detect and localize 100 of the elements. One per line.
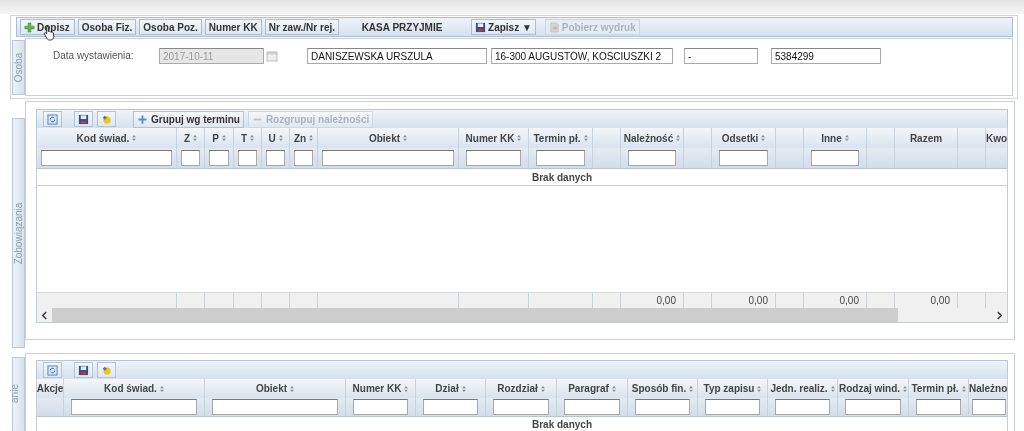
text-field[interactable]: -: [684, 48, 758, 64]
toolbar-button[interactable]: Osoba Fiz.: [77, 19, 137, 35]
column-header[interactable]: Kod świad.: [104, 383, 164, 394]
filter-field[interactable]: [353, 399, 408, 415]
column-header[interactable]: Jedn. realiz.: [770, 383, 835, 394]
toolbar-button[interactable]: Osoba Poz.: [139, 19, 202, 35]
column-header[interactable]: U: [268, 132, 283, 144]
undo-icon: [101, 113, 112, 125]
undo-icon: [101, 364, 112, 376]
filter-field[interactable]: [266, 150, 285, 166]
refresh-icon: [47, 113, 58, 125]
scrollbar-thumb[interactable]: [52, 308, 898, 322]
column-header[interactable]: Zn: [293, 132, 314, 144]
column-header[interactable]: Sposób fin.: [631, 383, 694, 394]
sort-icon: [278, 135, 283, 141]
filter-field[interactable]: [209, 150, 229, 166]
toolbar-button[interactable]: Zapisz ▼: [471, 19, 536, 35]
text-field[interactable]: DANISZEWSKA URSZULA: [307, 48, 487, 64]
column-header[interactable]: Obiekt: [255, 383, 295, 394]
sort-icon: [611, 385, 616, 392]
sort-icon: [290, 385, 295, 392]
filter-field[interactable]: [845, 399, 901, 415]
filter-field[interactable]: [294, 150, 313, 166]
toolbar-button[interactable]: Numer KK: [204, 19, 262, 35]
column-header[interactable]: P: [212, 132, 226, 144]
filter-field[interactable]: [536, 150, 585, 166]
sort-icon: [159, 385, 164, 392]
filter-field[interactable]: [628, 150, 676, 166]
column-header[interactable]: Numer KK: [465, 132, 522, 144]
empty-message: Brak danych: [532, 418, 592, 430]
filter-field[interactable]: [71, 399, 197, 415]
empty-message: Brak danych: [532, 171, 592, 183]
column-total: 0,00: [839, 295, 859, 306]
toolbar-button[interactable]: Grupuj wg terminu: [133, 110, 244, 128]
filter-field[interactable]: [972, 399, 1006, 415]
filter-field[interactable]: [719, 150, 768, 166]
column-header[interactable]: Razem: [909, 132, 943, 144]
column-total: 0,00: [748, 295, 768, 306]
filter-field[interactable]: [811, 150, 859, 166]
filter-field[interactable]: [466, 150, 521, 166]
horizontal-scrollbar[interactable]: [37, 308, 1007, 323]
refresh-button[interactable]: [43, 362, 62, 378]
sort-icon: [961, 385, 966, 392]
sort-icon: [844, 135, 849, 141]
chevron-right-icon[interactable]: [996, 310, 1003, 320]
filter-field[interactable]: [705, 399, 760, 415]
filter-field[interactable]: [564, 399, 620, 415]
column-header[interactable]: Rozdział: [497, 383, 545, 394]
filter-field[interactable]: [635, 399, 690, 415]
toolbar-button[interactable]: Dopisz: [20, 19, 75, 35]
filter-field[interactable]: [322, 150, 454, 166]
column-header[interactable]: Paragraf: [568, 383, 616, 394]
column-header[interactable]: Termin pł.: [533, 132, 588, 144]
column-header[interactable]: Z: [183, 132, 198, 144]
column-header[interactable]: Należność: [623, 132, 681, 144]
filter-field[interactable]: [181, 150, 200, 166]
text-field[interactable]: 16-300 AUGUSTÓW, KOŚCIUSZKI 2: [491, 48, 673, 64]
toolbar-button[interactable]: Nr zaw./Nr rej.: [264, 19, 340, 35]
sort-icon: [404, 385, 409, 392]
document-icon: [548, 21, 560, 33]
column-header[interactable]: Numer KK: [352, 383, 409, 394]
sort-icon: [903, 385, 908, 392]
column-header[interactable]: Obiekt: [368, 132, 408, 144]
sort-icon: [193, 135, 198, 141]
chevron-left-icon[interactable]: [41, 310, 48, 320]
column-header[interactable]: Termin pł.: [911, 383, 966, 394]
column-header[interactable]: Akcje: [37, 383, 64, 394]
column-header[interactable]: Kod świad.: [76, 132, 137, 144]
sort-icon: [830, 385, 835, 392]
refresh-button[interactable]: [43, 111, 62, 127]
column-header[interactable]: Dział: [435, 383, 466, 394]
column-header[interactable]: T: [240, 132, 255, 144]
sort-icon: [403, 135, 408, 141]
sort-icon: [583, 135, 588, 141]
sort-icon: [676, 135, 681, 141]
text-field[interactable]: 5384299: [771, 48, 881, 64]
sort-icon: [132, 135, 137, 141]
sort-icon: [689, 385, 694, 392]
sort-icon: [309, 135, 314, 141]
column-header[interactable]: Rodzaj wind.: [838, 383, 908, 394]
toolbar-title: KASA PRZYJMIE: [360, 21, 444, 33]
floppy-icon: [78, 364, 89, 376]
save-button[interactable]: [74, 111, 93, 127]
filter-field[interactable]: [775, 399, 830, 415]
filter-field[interactable]: [238, 150, 257, 166]
column-header[interactable]: Należno: [969, 383, 1007, 394]
sort-icon: [517, 135, 522, 141]
filter-field[interactable]: [41, 150, 172, 166]
field-label: Data wystawienia:: [53, 50, 135, 61]
filter-field[interactable]: [493, 399, 549, 415]
filter-field[interactable]: [916, 399, 961, 415]
filter-field[interactable]: [212, 399, 338, 415]
column-header[interactable]: Kwo: [986, 132, 1007, 144]
save-button[interactable]: [74, 362, 93, 378]
column-header[interactable]: Typ zapisu: [703, 383, 762, 394]
filter-field[interactable]: [423, 399, 478, 415]
column-total: 0,00: [930, 295, 950, 306]
sort-icon: [757, 385, 762, 392]
column-header[interactable]: Inne: [821, 132, 849, 144]
column-header[interactable]: Odsetki: [721, 132, 766, 144]
